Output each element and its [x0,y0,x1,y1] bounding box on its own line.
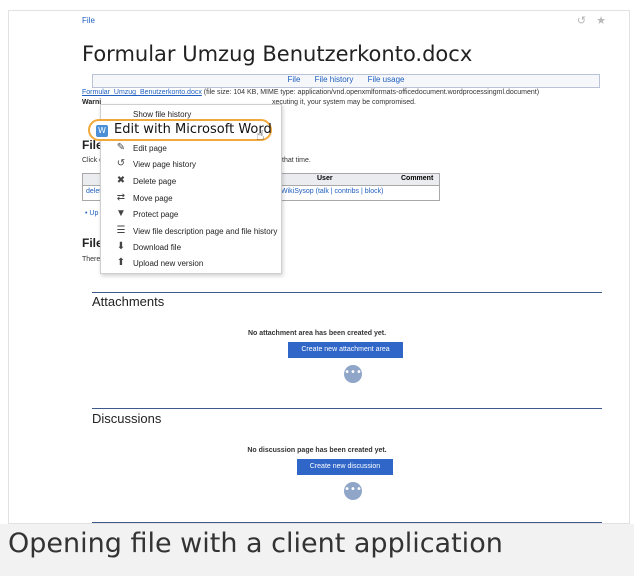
menu-item-label: View page history [133,160,196,169]
history-icon[interactable]: ↺ [577,14,586,27]
tab-file-history[interactable]: File history [315,75,354,84]
discussions-heading: Discussions [92,411,162,426]
warning-line: Warni xecuting it, your system may be co… [82,99,416,106]
tab-file[interactable]: File [288,75,301,84]
upload-bullet: • Up [85,210,99,217]
menu-item-delete-page[interactable]: ✖ Delete page [101,174,281,190]
user-link[interactable]: WikiSysop (talk | contribs | block) [281,188,383,195]
hand-cursor-icon: ☝ [256,128,265,144]
menu-item-label: Delete page [133,177,177,186]
more-options-icon[interactable]: ••• [344,482,362,500]
page-tools: ↺ ★ [567,14,606,27]
create-attachment-area-button[interactable]: Create new attachment area [288,342,403,358]
caption-bar: Opening file with a client application [0,524,634,576]
menu-item-edit-with-word[interactable]: W Edit with Microsoft Word [88,119,272,141]
section-divider [92,408,602,409]
star-icon[interactable]: ★ [596,14,606,27]
pencil-icon: ✎ [116,142,126,153]
tab-file-usage[interactable]: File usage [368,75,405,84]
menu-item-label: Show file history [133,110,192,119]
document-icon: ☰ [116,225,126,236]
menu-item-label: Edit with Microsoft Word [114,122,272,137]
warning-label: Warni [82,99,102,106]
file-details: (file size: 104 KB, MIME type: applicati… [203,89,540,96]
file-usage-text: There [82,256,101,263]
menu-item-view-file-description[interactable]: ☰ View file description page and file hi… [101,224,281,240]
attachments-heading: Attachments [92,294,165,309]
shield-icon: ▼ [116,208,126,219]
menu-item-label: Move page [133,194,173,203]
word-icon: W [96,125,108,137]
upload-link[interactable]: Up [89,210,98,217]
section-divider [92,522,602,523]
section-divider [92,292,602,293]
menu-item-upload-new-version[interactable]: ⬆ Upload new version [101,256,281,272]
file-tab-bar: File File history File usage [92,74,600,88]
menu-item-view-page-history[interactable]: ↺ View page history [101,157,281,173]
menu-item-label: Protect page [133,210,179,219]
menu-item-download-file[interactable]: ⬇ Download file [101,240,281,256]
upload-icon: ⬆ [116,257,126,268]
menu-item-protect-page[interactable]: ▼ Protect page [101,207,281,223]
file-info: Formular_Umzug_Benutzerkonto.docx (file … [82,89,612,96]
trash-icon: ✖ [116,175,126,186]
history-icon: ↺ [116,158,126,169]
breadcrumb[interactable]: File [82,16,95,25]
create-discussion-button[interactable]: Create new discussion [297,459,393,475]
discussions-empty-text: No discussion page has been created yet. [247,447,387,454]
file-link[interactable]: Formular_Umzug_Benutzerkonto.docx [82,89,202,96]
page-title: Formular Umzug Benutzerkonto.docx [82,42,473,66]
col-comment: Comment [401,175,434,182]
menu-item-label: Upload new version [133,259,204,268]
warning-text: xecuting it, your system may be compromi… [272,99,416,106]
attachments-empty-text: No attachment area has been created yet. [247,330,387,337]
click-hint-suffix: that time. [282,157,311,164]
menu-item-label: View file description page and file hist… [133,227,278,236]
screenshot-frame: File ↺ ★ Formular Umzug Benutzerkonto.doc… [0,0,634,524]
menu-item-label: Edit page [133,144,167,153]
move-icon: ⇄ [116,192,126,203]
menu-item-move-page[interactable]: ⇄ Move page [101,191,281,207]
menu-item-label: Download file [133,243,182,252]
menu-item-edit-page[interactable]: ✎ Edit page [101,141,281,157]
download-icon: ⬇ [116,241,126,252]
more-options-icon[interactable]: ••• [344,365,362,383]
col-user: User [317,175,333,182]
caption-text: Opening file with a client application [8,528,503,559]
